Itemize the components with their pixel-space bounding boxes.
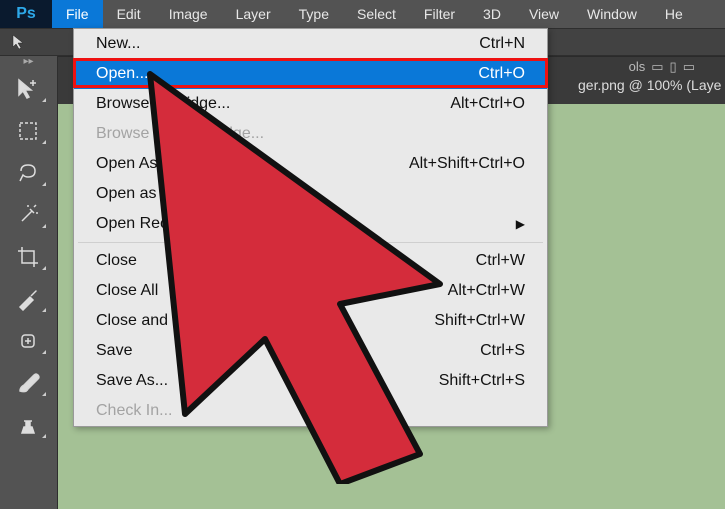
menu-item-shortcut: Shift+Ctrl+W	[434, 312, 525, 330]
menu-item-shortcut: Ctrl+S	[480, 342, 525, 360]
menu-filter[interactable]: Filter	[410, 0, 469, 28]
menu-item-label: Open as Smart Object...	[96, 185, 268, 203]
menu-select[interactable]: Select	[343, 0, 410, 28]
menu-layer[interactable]: Layer	[222, 0, 285, 28]
menu-item-browse-mini-bridge: Browse in Mini Bridge...	[74, 119, 547, 149]
menu-item-label: Open As...	[96, 155, 171, 173]
submenu-arrow-icon: ▶	[516, 217, 525, 231]
menu-item-shortcut: Alt+Shift+Ctrl+O	[409, 155, 525, 173]
menu-label: Image	[169, 6, 208, 22]
menu-item-shortcut: Alt+Ctrl+W	[448, 282, 525, 300]
menu-label: Window	[587, 6, 637, 22]
menu-item-label: Close and Go to Bridge...	[96, 312, 276, 330]
menu-item-label: Browse in Mini Bridge...	[96, 125, 264, 143]
menu-help[interactable]: He	[651, 0, 697, 28]
menu-item-label: Open...	[96, 65, 148, 83]
brush-tool[interactable]	[8, 368, 48, 398]
menu-item-open-smart-object[interactable]: Open as Smart Object...	[74, 179, 547, 209]
menu-item-close[interactable]: Close Ctrl+W	[74, 246, 547, 276]
menu-item-label: Close	[96, 252, 137, 270]
arrange-controls: ols ▭ ▯ ▭	[629, 59, 695, 75]
menu-label: View	[529, 6, 559, 22]
menu-item-shortcut: Ctrl+O	[478, 65, 525, 83]
move-tool-icon[interactable]	[0, 28, 40, 56]
photoshop-logo: Ps	[0, 0, 52, 28]
healing-brush-tool[interactable]	[8, 326, 48, 356]
menu-item-close-go-bridge[interactable]: Close and Go to Bridge... Shift+Ctrl+W	[74, 306, 547, 336]
menu-item-close-all[interactable]: Close All Alt+Ctrl+W	[74, 276, 547, 306]
menu-item-label: Save As...	[96, 372, 168, 390]
tool-preset-label: ols	[629, 59, 646, 75]
menu-label: Edit	[117, 6, 141, 22]
menu-item-label: New...	[96, 35, 140, 53]
clone-stamp-tool[interactable]	[8, 410, 48, 440]
document-tab-label: ger.png @ 100% (Laye	[578, 77, 721, 93]
menu-window[interactable]: Window	[573, 0, 651, 28]
menu-item-open[interactable]: Open... Ctrl+O	[74, 59, 547, 89]
menu-item-shortcut: Ctrl+W	[476, 252, 525, 270]
menu-view[interactable]: View	[515, 0, 573, 28]
menu-item-save-as[interactable]: Save As... Shift+Ctrl+S	[74, 366, 547, 396]
menu-item-label: Check In...	[96, 402, 172, 420]
menu-item-open-as[interactable]: Open As... Alt+Shift+Ctrl+O	[74, 149, 547, 179]
menu-item-open-recent[interactable]: Open Recent ▶	[74, 209, 547, 239]
file-menu-dropdown: New... Ctrl+N Open... Ctrl+O Browse in Bri…	[73, 28, 548, 427]
menu-item-label: Save	[96, 342, 132, 360]
lasso-tool[interactable]	[8, 158, 48, 188]
document-tab[interactable]: ger.png @ 100% (Laye	[578, 77, 721, 93]
arrange-icon[interactable]: ▭	[683, 59, 695, 75]
menu-label: Layer	[236, 6, 271, 22]
tools-panel: ▸▸	[0, 56, 58, 509]
magic-wand-tool[interactable]	[8, 200, 48, 230]
marquee-tool[interactable]	[8, 116, 48, 146]
menu-image[interactable]: Image	[155, 0, 222, 28]
menu-label: He	[665, 6, 683, 22]
menu-edit[interactable]: Edit	[103, 0, 155, 28]
menu-item-browse-bridge[interactable]: Browse in Bridge... Alt+Ctrl+O	[74, 89, 547, 119]
menu-item-shortcut: Shift+Ctrl+S	[439, 372, 525, 390]
menubar: Ps File Edit Image Layer Type Select Fil…	[0, 0, 725, 28]
menu-file[interactable]: File	[52, 0, 103, 28]
menu-label: Type	[299, 6, 329, 22]
eyedropper-tool[interactable]	[8, 284, 48, 314]
menu-type[interactable]: Type	[285, 0, 343, 28]
arrange-icon[interactable]: ▭	[651, 59, 663, 75]
menu-item-label: Open Recent	[96, 215, 190, 233]
menu-item-new[interactable]: New... Ctrl+N	[74, 29, 547, 59]
menu-label: File	[66, 6, 89, 22]
menu-item-save[interactable]: Save Ctrl+S	[74, 336, 547, 366]
panel-grip-icon[interactable]: ▸▸	[0, 56, 57, 66]
menu-item-shortcut: Ctrl+N	[479, 35, 525, 53]
menu-3d[interactable]: 3D	[469, 0, 515, 28]
crop-tool[interactable]	[8, 242, 48, 272]
move-tool[interactable]	[8, 74, 48, 104]
menu-item-check-in: Check In...	[74, 396, 547, 426]
menu-separator	[78, 242, 543, 243]
menu-item-shortcut: Alt+Ctrl+O	[450, 95, 525, 113]
arrange-icon[interactable]: ▯	[670, 59, 677, 75]
menu-item-label: Browse in Bridge...	[96, 95, 230, 113]
menu-label: Filter	[424, 6, 455, 22]
menu-label: Select	[357, 6, 396, 22]
menu-item-label: Close All	[96, 282, 158, 300]
menu-label: 3D	[483, 6, 501, 22]
